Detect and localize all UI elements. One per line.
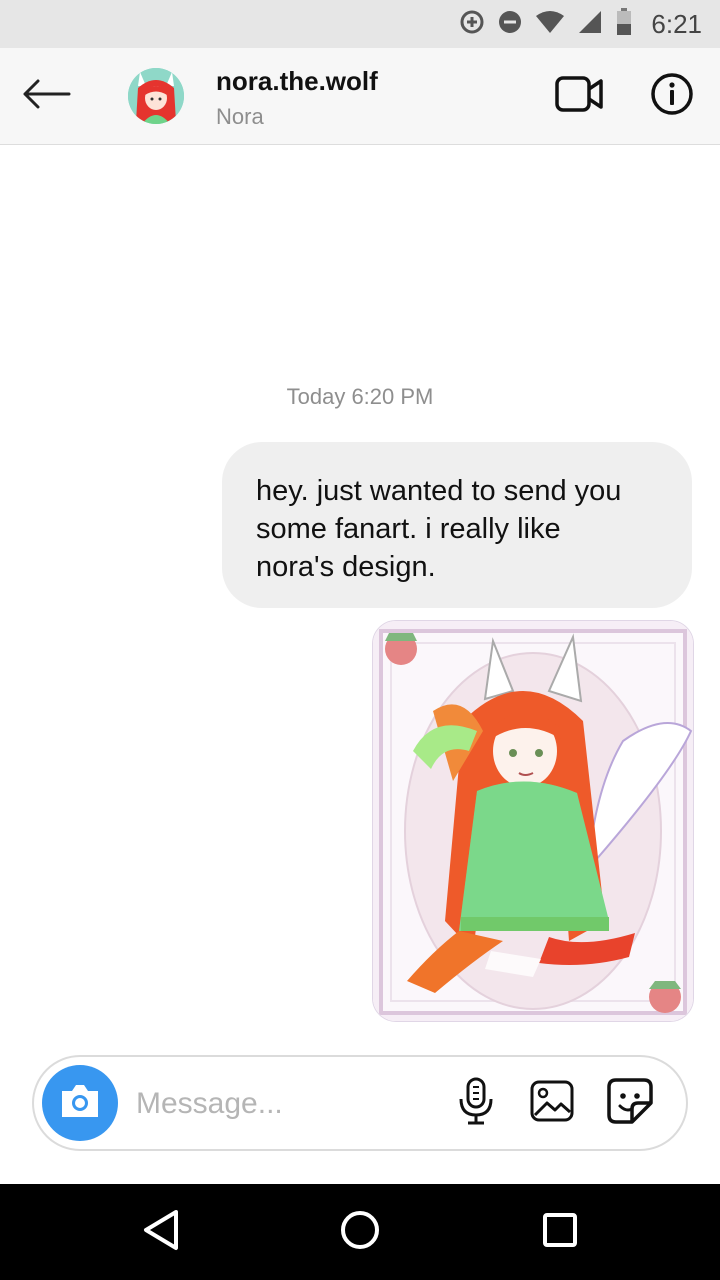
camera-icon	[58, 1083, 102, 1124]
image-icon	[529, 1079, 575, 1128]
username[interactable]: nora.the.wolf	[216, 66, 378, 97]
voice-message-button[interactable]	[450, 1077, 502, 1129]
do-not-disturb-icon	[497, 9, 523, 40]
camera-button[interactable]	[42, 1065, 118, 1141]
nav-recents-button[interactable]	[530, 1202, 590, 1262]
image-message[interactable]	[372, 620, 694, 1022]
avatar[interactable]	[128, 68, 184, 124]
data-saver-icon	[459, 9, 485, 40]
recents-square-icon	[540, 1210, 580, 1255]
message-text: hey. just wanted to send you some fanart…	[256, 475, 622, 583]
microphone-icon	[456, 1077, 496, 1130]
video-call-button[interactable]	[552, 72, 608, 120]
display-name: Nora	[216, 104, 264, 129]
battery-icon	[615, 7, 633, 41]
sticker-icon	[606, 1077, 654, 1130]
arrow-left-icon	[21, 79, 71, 114]
nav-home-button[interactable]	[330, 1202, 390, 1262]
home-circle-icon	[338, 1208, 382, 1257]
system-nav-bar	[0, 1184, 720, 1280]
signal-icon	[577, 9, 603, 40]
chat-header: nora.the.wolf Nora	[0, 48, 720, 145]
status-bar: 6:21	[0, 0, 720, 48]
message-bubble[interactable]: hey. just wanted to send you some fanart…	[222, 442, 692, 608]
message-input[interactable]	[134, 1077, 438, 1131]
nav-back-button[interactable]	[130, 1202, 190, 1262]
back-triangle-icon	[140, 1208, 180, 1257]
video-camera-icon	[555, 75, 605, 118]
wifi-icon	[535, 9, 565, 40]
message-timestamp: Today 6:20 PM	[286, 384, 434, 409]
avatar-illustration	[128, 68, 184, 124]
message-composer	[32, 1055, 688, 1151]
info-button[interactable]	[648, 72, 696, 120]
fanart-image	[373, 621, 693, 1021]
back-button[interactable]	[18, 70, 74, 122]
sticker-button[interactable]	[604, 1077, 656, 1129]
status-time: 6:21	[651, 8, 702, 39]
info-icon	[650, 72, 694, 121]
status-icons: 6:21	[459, 6, 702, 42]
gallery-button[interactable]	[526, 1077, 578, 1129]
